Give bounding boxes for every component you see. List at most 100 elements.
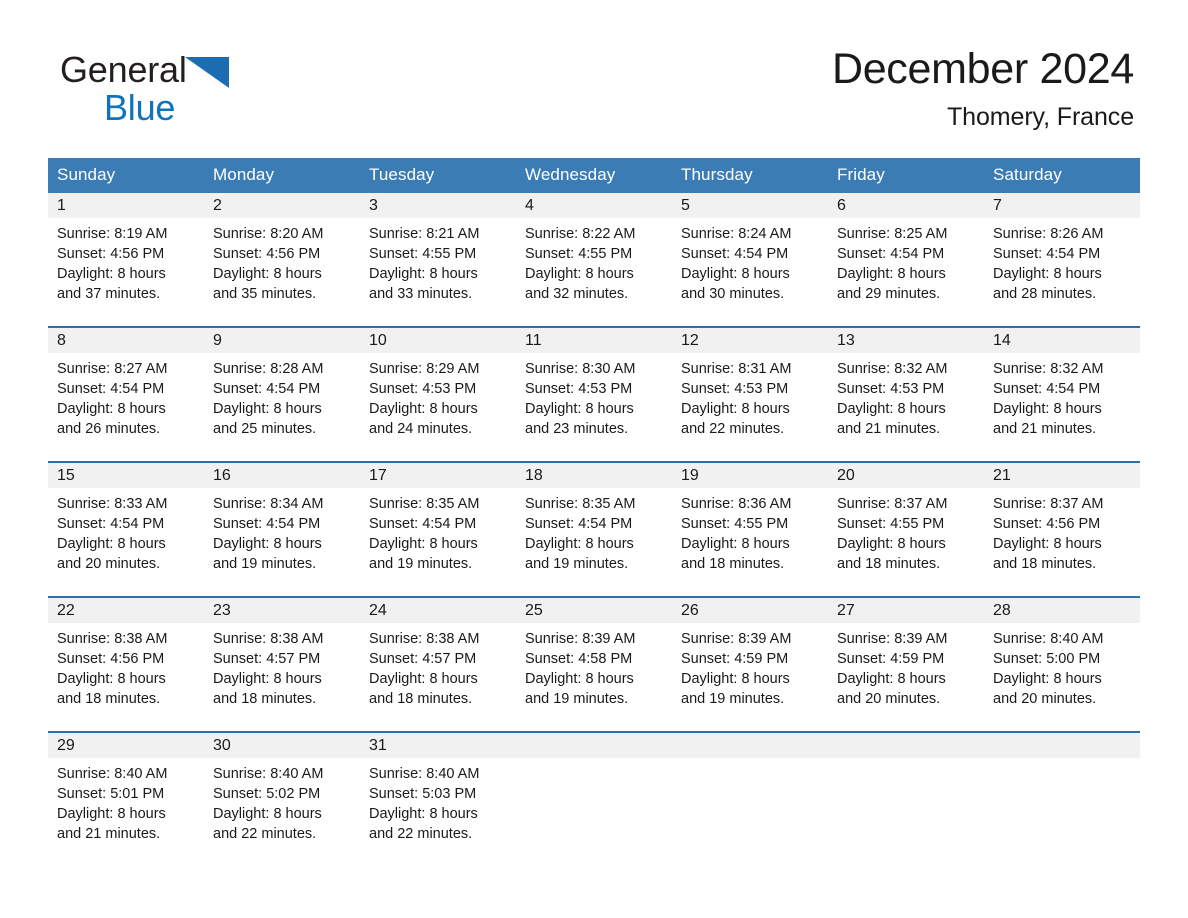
weekday-header-wednesday: Wednesday [516,158,672,193]
calendar-day-cell[interactable]: 24 Sunrise: 8:38 AM Sunset: 4:57 PM Dayligh… [360,596,516,732]
sunset-text: Sunset: 4:53 PM [525,381,633,397]
sunset-text: Sunset: 4:55 PM [837,516,945,532]
daylight-text-line2: and 20 minutes. [993,691,1097,707]
daylight-text-line2: and 24 minutes. [369,421,473,437]
day-details: Sunrise: 8:26 AM Sunset: 4:54 PM Daylight:… [984,218,1140,304]
calendar-day-cell[interactable]: 4 Sunrise: 8:22 AM Sunset: 4:55 PM Daylight… [516,193,672,327]
daylight-text-line1: Daylight: 8 hours [837,671,946,687]
day-cell-inner [672,733,828,866]
day-details: Sunrise: 8:32 AM Sunset: 4:53 PM Daylight:… [828,353,984,439]
page-title: December 2024 [831,45,1134,93]
calendar-day-cell[interactable]: 9 Sunrise: 8:28 AM Sunset: 4:54 PM Daylight… [204,326,360,462]
calendar-day-cell[interactable]: 11 Sunrise: 8:30 AM Sunset: 4:53 PM Dayligh… [516,326,672,462]
day-cell-inner: 13 Sunrise: 8:32 AM Sunset: 4:53 PM Dayligh… [828,328,984,461]
day-number: 1 [48,193,204,218]
daylight-text-line1: Daylight: 8 hours [213,266,322,282]
daylight-text-line2: and 25 minutes. [213,421,317,437]
location-subtitle: Thomery, France [947,103,1134,132]
calendar-day-cell[interactable]: 30 Sunrise: 8:40 AM Sunset: 5:02 PM Dayligh… [204,731,360,866]
calendar-day-cell[interactable]: 7 Sunrise: 8:26 AM Sunset: 4:54 PM Daylight… [984,193,1140,327]
calendar-day-cell[interactable]: 27 Sunrise: 8:39 AM Sunset: 4:59 PM Dayligh… [828,596,984,732]
calendar-week-row: 15 Sunrise: 8:33 AM Sunset: 4:54 PM Dayligh… [48,461,1140,597]
daylight-text-line1: Daylight: 8 hours [57,401,166,417]
calendar-day-cell[interactable]: 31 Sunrise: 8:40 AM Sunset: 5:03 PM Dayligh… [360,731,516,866]
calendar-day-cell[interactable]: 13 Sunrise: 8:32 AM Sunset: 4:53 PM Dayligh… [828,326,984,462]
calendar-day-cell[interactable]: 12 Sunrise: 8:31 AM Sunset: 4:53 PM Dayligh… [672,326,828,462]
daylight-text-line1: Daylight: 8 hours [993,401,1102,417]
calendar-week-row: 22 Sunrise: 8:38 AM Sunset: 4:56 PM Dayligh… [48,596,1140,732]
day-cell-inner [984,733,1140,866]
day-cell-inner: 30 Sunrise: 8:40 AM Sunset: 5:02 PM Dayligh… [204,733,360,866]
calendar-table: Sunday Monday Tuesday Wednesday Thursday… [48,158,1140,866]
calendar-day-cell[interactable]: 17 Sunrise: 8:35 AM Sunset: 4:54 PM Dayligh… [360,461,516,597]
daylight-text-line2: and 22 minutes. [369,826,473,842]
day-details: Sunrise: 8:37 AM Sunset: 4:56 PM Daylight:… [984,488,1140,574]
day-details: Sunrise: 8:40 AM Sunset: 5:01 PM Daylight:… [48,758,204,844]
calendar-day-cell[interactable]: 16 Sunrise: 8:34 AM Sunset: 4:54 PM Dayligh… [204,461,360,597]
calendar-day-cell[interactable]: 14 Sunrise: 8:32 AM Sunset: 4:54 PM Dayligh… [984,326,1140,462]
daylight-text-line1: Daylight: 8 hours [525,266,634,282]
calendar-day-cell-empty [516,731,672,866]
daylight-text-line2: and 21 minutes. [57,826,161,842]
sunset-text: Sunset: 4:54 PM [837,246,945,262]
calendar-day-cell[interactable]: 21 Sunrise: 8:37 AM Sunset: 4:56 PM Dayligh… [984,461,1140,597]
calendar-day-cell[interactable]: 3 Sunrise: 8:21 AM Sunset: 4:55 PM Daylight… [360,193,516,327]
day-details: Sunrise: 8:39 AM Sunset: 4:59 PM Daylight:… [828,623,984,709]
calendar-day-cell[interactable]: 2 Sunrise: 8:20 AM Sunset: 4:56 PM Daylight… [204,193,360,327]
day-number: 4 [516,193,672,218]
sunrise-text: Sunrise: 8:38 AM [213,631,324,647]
calendar-day-cell[interactable]: 15 Sunrise: 8:33 AM Sunset: 4:54 PM Dayligh… [48,461,204,597]
daylight-text-line2: and 30 minutes. [681,286,785,302]
sunset-text: Sunset: 4:53 PM [837,381,945,397]
daylight-text-line2: and 18 minutes. [837,556,941,572]
sunrise-text: Sunrise: 8:29 AM [369,361,480,377]
daylight-text-line1: Daylight: 8 hours [369,671,478,687]
calendar-day-cell[interactable]: 6 Sunrise: 8:25 AM Sunset: 4:54 PM Daylight… [828,193,984,327]
daylight-text-line1: Daylight: 8 hours [837,266,946,282]
sunset-text: Sunset: 4:54 PM [57,381,165,397]
daylight-text-line1: Daylight: 8 hours [369,401,478,417]
calendar-day-cell[interactable]: 26 Sunrise: 8:39 AM Sunset: 4:59 PM Dayligh… [672,596,828,732]
calendar-day-cell[interactable]: 20 Sunrise: 8:37 AM Sunset: 4:55 PM Dayligh… [828,461,984,597]
calendar-day-cell[interactable]: 22 Sunrise: 8:38 AM Sunset: 4:56 PM Dayligh… [48,596,204,732]
calendar-day-cell[interactable]: 25 Sunrise: 8:39 AM Sunset: 4:58 PM Dayligh… [516,596,672,732]
day-number: 27 [828,598,984,623]
sunrise-text: Sunrise: 8:37 AM [993,496,1104,512]
daylight-text-line1: Daylight: 8 hours [993,266,1102,282]
calendar-day-cell[interactable]: 1 Sunrise: 8:19 AM Sunset: 4:56 PM Daylight… [48,193,204,327]
daylight-text-line1: Daylight: 8 hours [681,401,790,417]
calendar-day-cell[interactable]: 10 Sunrise: 8:29 AM Sunset: 4:53 PM Dayligh… [360,326,516,462]
calendar-day-cell[interactable]: 29 Sunrise: 8:40 AM Sunset: 5:01 PM Dayligh… [48,731,204,866]
day-cell-inner [828,733,984,866]
day-details: Sunrise: 8:32 AM Sunset: 4:54 PM Daylight:… [984,353,1140,439]
day-cell-inner: 29 Sunrise: 8:40 AM Sunset: 5:01 PM Dayligh… [48,733,204,866]
calendar-day-cell[interactable]: 8 Sunrise: 8:27 AM Sunset: 4:54 PM Daylight… [48,326,204,462]
day-details [984,758,1140,764]
day-cell-inner: 23 Sunrise: 8:38 AM Sunset: 4:57 PM Dayligh… [204,598,360,731]
calendar-day-cell[interactable]: 19 Sunrise: 8:36 AM Sunset: 4:55 PM Dayligh… [672,461,828,597]
sunrise-text: Sunrise: 8:40 AM [57,766,168,782]
daylight-text-line1: Daylight: 8 hours [525,671,634,687]
sunset-text: Sunset: 4:56 PM [213,246,321,262]
day-number: 9 [204,328,360,353]
day-cell-inner: 21 Sunrise: 8:37 AM Sunset: 4:56 PM Dayligh… [984,463,1140,596]
calendar-page: General Blue December 2024 Thomery, Fran… [0,0,1188,918]
daylight-text-line1: Daylight: 8 hours [993,536,1102,552]
calendar-day-cell[interactable]: 23 Sunrise: 8:38 AM Sunset: 4:57 PM Dayligh… [204,596,360,732]
sunset-text: Sunset: 4:54 PM [369,516,477,532]
day-cell-inner: 8 Sunrise: 8:27 AM Sunset: 4:54 PM Daylight… [48,328,204,461]
calendar-day-cell[interactable]: 18 Sunrise: 8:35 AM Sunset: 4:54 PM Dayligh… [516,461,672,597]
day-details: Sunrise: 8:29 AM Sunset: 4:53 PM Daylight:… [360,353,516,439]
daylight-text-line1: Daylight: 8 hours [681,536,790,552]
day-details: Sunrise: 8:34 AM Sunset: 4:54 PM Daylight:… [204,488,360,574]
weekday-header-friday: Friday [828,158,984,193]
day-details: Sunrise: 8:38 AM Sunset: 4:57 PM Daylight:… [360,623,516,709]
logo-word-general: General [60,49,187,90]
day-cell-inner: 6 Sunrise: 8:25 AM Sunset: 4:54 PM Daylight… [828,193,984,326]
day-number: 20 [828,463,984,488]
calendar-day-cell[interactable]: 28 Sunrise: 8:40 AM Sunset: 5:00 PM Dayligh… [984,596,1140,732]
calendar-day-cell[interactable]: 5 Sunrise: 8:24 AM Sunset: 4:54 PM Daylight… [672,193,828,327]
sunset-text: Sunset: 5:01 PM [57,786,165,802]
daylight-text-line2: and 19 minutes. [369,556,473,572]
day-details: Sunrise: 8:25 AM Sunset: 4:54 PM Daylight:… [828,218,984,304]
